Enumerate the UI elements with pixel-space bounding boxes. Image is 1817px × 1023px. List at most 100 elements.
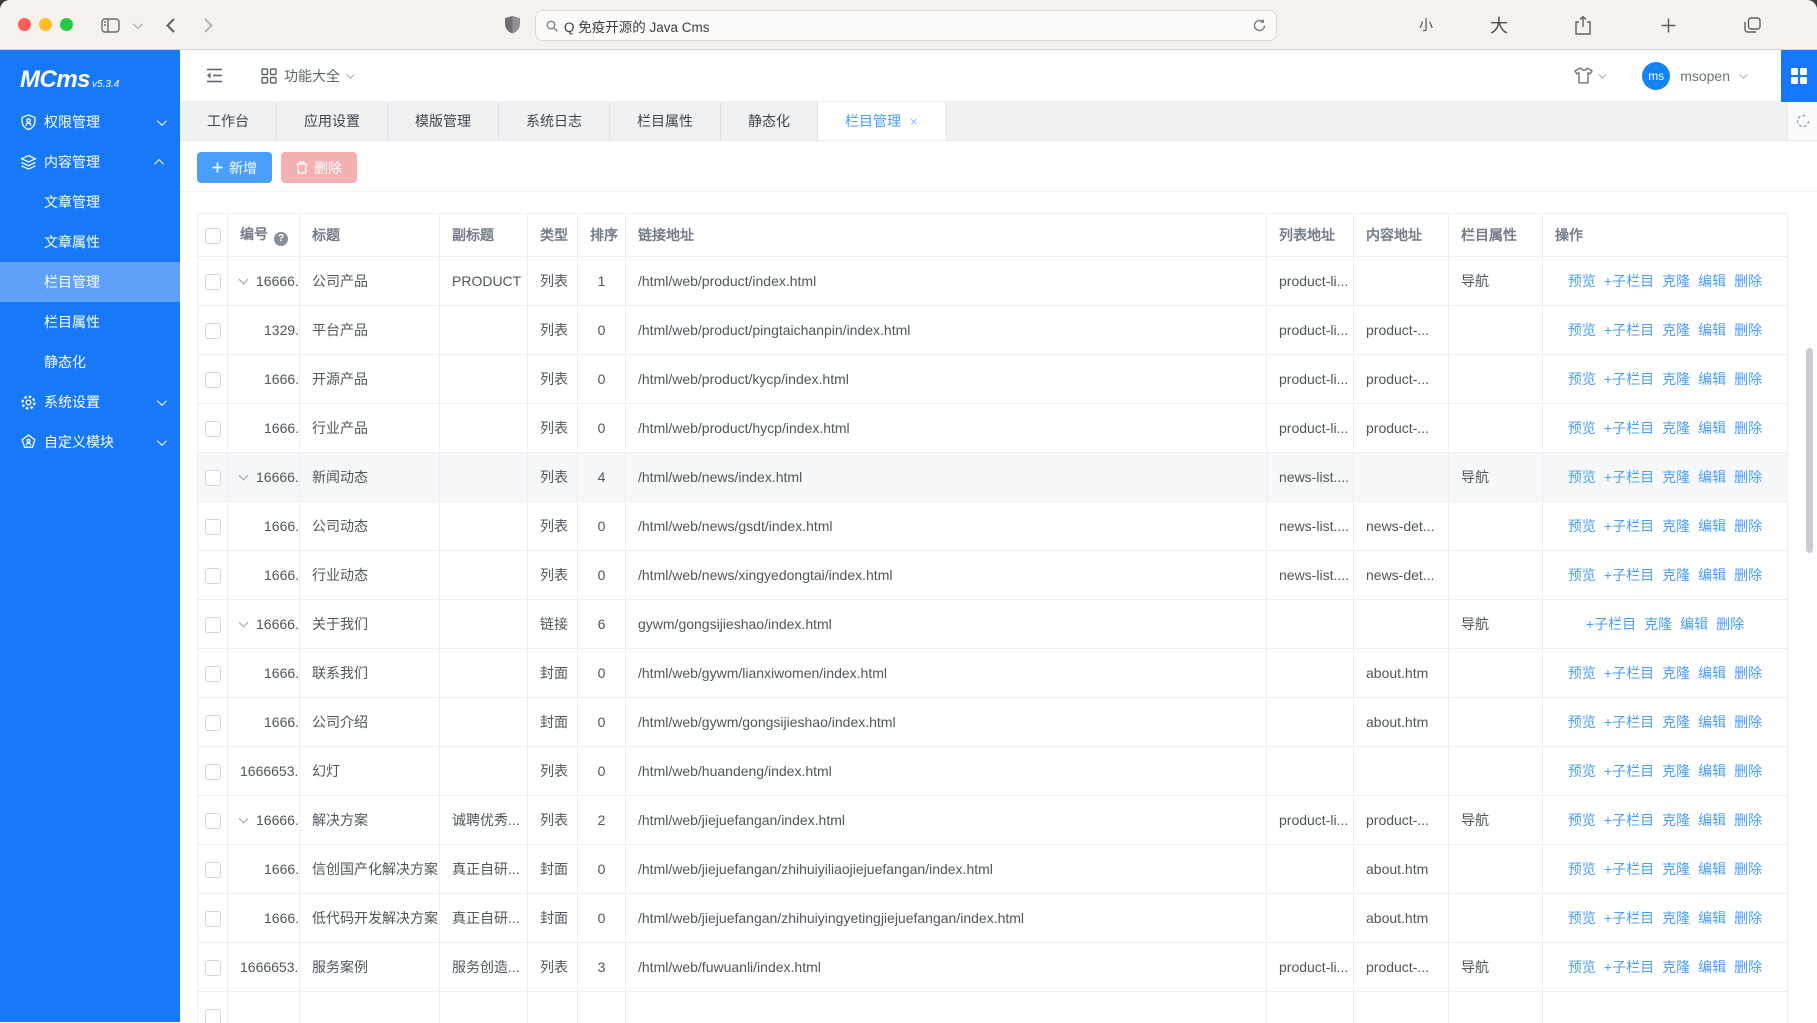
action-link-3[interactable]: 编辑 — [1698, 469, 1726, 485]
expand-chevron-icon[interactable] — [239, 275, 249, 285]
action-link-4[interactable]: 删除 — [1734, 665, 1762, 681]
theme-switcher[interactable] — [1574, 67, 1606, 84]
action-link-0[interactable]: 预览 — [1568, 763, 1596, 779]
select-all-checkbox[interactable] — [205, 228, 221, 244]
sidebar-item-3[interactable]: 文章属性 — [0, 222, 180, 262]
forward-button[interactable] — [198, 0, 218, 50]
scrollbar-thumb[interactable] — [1806, 348, 1813, 553]
chevron-down-icon[interactable] — [129, 0, 143, 50]
action-link-4[interactable]: 删除 — [1734, 910, 1762, 926]
row-checkbox[interactable] — [205, 421, 221, 437]
action-link-2[interactable]: 克隆 — [1662, 371, 1690, 387]
action-link-0[interactable]: 预览 — [1568, 910, 1596, 926]
help-icon[interactable]: ? — [274, 232, 288, 246]
action-link-2[interactable]: 克隆 — [1662, 665, 1690, 681]
action-link-1[interactable]: +子栏目 — [1604, 469, 1654, 485]
sidebar-toggle-icon[interactable] — [97, 0, 123, 50]
row-checkbox[interactable] — [205, 960, 221, 976]
action-link-3[interactable]: 编辑 — [1698, 420, 1726, 436]
row-checkbox[interactable] — [205, 568, 221, 584]
action-link-0[interactable]: 预览 — [1568, 371, 1596, 387]
action-link-1[interactable]: +子栏目 — [1604, 861, 1654, 877]
zoom-window-button[interactable] — [60, 18, 73, 31]
tab-0[interactable]: 工作台 — [180, 102, 277, 140]
action-link-4[interactable]: 删除 — [1734, 714, 1762, 730]
expand-chevron-icon[interactable] — [239, 618, 249, 628]
sidebar-item-7[interactable]: 系统设置 — [0, 382, 180, 422]
row-checkbox[interactable] — [205, 1009, 221, 1023]
action-link-0[interactable]: 预览 — [1568, 420, 1596, 436]
increase-text-button[interactable]: 大 — [1486, 0, 1512, 50]
action-link-0[interactable]: 预览 — [1568, 567, 1596, 583]
action-link-0[interactable]: 预览 — [1568, 273, 1596, 289]
action-link-0[interactable]: +子栏目 — [1586, 616, 1636, 632]
row-checkbox[interactable] — [205, 519, 221, 535]
action-link-3[interactable]: 编辑 — [1698, 861, 1726, 877]
action-link-1[interactable]: +子栏目 — [1604, 273, 1654, 289]
close-tab-icon[interactable]: × — [910, 114, 918, 129]
expand-chevron-icon[interactable] — [239, 814, 249, 824]
add-button[interactable]: 新增 — [197, 152, 272, 183]
sidebar-item-1[interactable]: 内容管理 — [0, 142, 180, 182]
action-link-2[interactable]: 编辑 — [1680, 616, 1708, 632]
tab-2[interactable]: 模版管理 — [388, 102, 499, 140]
reload-icon[interactable] — [1253, 19, 1266, 32]
sidebar-item-6[interactable]: 静态化 — [0, 342, 180, 382]
username[interactable]: msopen — [1680, 68, 1730, 84]
action-link-2[interactable]: 克隆 — [1662, 567, 1690, 583]
share-icon[interactable] — [1571, 0, 1595, 50]
action-link-0[interactable]: 预览 — [1568, 959, 1596, 975]
row-checkbox[interactable] — [205, 470, 221, 486]
action-link-0[interactable]: 预览 — [1568, 861, 1596, 877]
action-link-2[interactable]: 克隆 — [1662, 763, 1690, 779]
tab-1[interactable]: 应用设置 — [277, 102, 388, 140]
tab-4[interactable]: 栏目属性 — [610, 102, 721, 140]
action-link-3[interactable]: 编辑 — [1698, 959, 1726, 975]
action-link-4[interactable]: 删除 — [1734, 322, 1762, 338]
action-link-3[interactable]: 编辑 — [1698, 518, 1726, 534]
row-checkbox[interactable] — [205, 666, 221, 682]
row-checkbox[interactable] — [205, 617, 221, 633]
action-link-4[interactable]: 删除 — [1734, 469, 1762, 485]
action-link-2[interactable]: 克隆 — [1662, 469, 1690, 485]
action-link-2[interactable]: 克隆 — [1662, 273, 1690, 289]
new-tab-icon[interactable] — [1656, 0, 1680, 50]
action-link-0[interactable]: 预览 — [1568, 469, 1596, 485]
action-link-4[interactable]: 删除 — [1734, 567, 1762, 583]
action-link-0[interactable]: 预览 — [1568, 518, 1596, 534]
tab-overview-icon[interactable] — [1740, 0, 1764, 50]
minimize-window-button[interactable] — [39, 18, 52, 31]
collapse-sidebar-icon[interactable] — [206, 68, 223, 83]
delete-button[interactable]: 删除 — [281, 152, 357, 183]
action-link-1[interactable]: +子栏目 — [1604, 322, 1654, 338]
action-link-2[interactable]: 克隆 — [1662, 322, 1690, 338]
action-link-3[interactable]: 编辑 — [1698, 567, 1726, 583]
action-link-1[interactable]: +子栏目 — [1604, 959, 1654, 975]
action-link-1[interactable]: +子栏目 — [1604, 518, 1654, 534]
action-link-2[interactable]: 克隆 — [1662, 518, 1690, 534]
action-link-4[interactable]: 删除 — [1734, 420, 1762, 436]
action-link-1[interactable]: +子栏目 — [1604, 763, 1654, 779]
tab-5[interactable]: 静态化 — [721, 102, 818, 140]
action-link-2[interactable]: 克隆 — [1662, 910, 1690, 926]
action-link-4[interactable]: 删除 — [1734, 518, 1762, 534]
action-link-3[interactable]: 编辑 — [1698, 714, 1726, 730]
row-checkbox[interactable] — [205, 323, 221, 339]
sidebar-item-8[interactable]: 自定义模块 — [0, 422, 180, 462]
sidebar-item-4[interactable]: 栏目管理 — [0, 262, 180, 302]
action-link-1[interactable]: +子栏目 — [1604, 910, 1654, 926]
row-checkbox[interactable] — [205, 764, 221, 780]
action-link-4[interactable]: 删除 — [1734, 273, 1762, 289]
action-link-1[interactable]: 克隆 — [1644, 616, 1672, 632]
privacy-shield-icon[interactable] — [500, 0, 524, 50]
row-checkbox[interactable] — [205, 813, 221, 829]
row-checkbox[interactable] — [205, 715, 221, 731]
action-link-3[interactable]: 编辑 — [1698, 812, 1726, 828]
action-link-0[interactable]: 预览 — [1568, 322, 1596, 338]
tab-6[interactable]: 栏目管理× — [818, 102, 946, 140]
decrease-text-button[interactable]: 小 — [1414, 0, 1438, 50]
action-link-4[interactable]: 删除 — [1734, 371, 1762, 387]
tab-3[interactable]: 系统日志 — [499, 102, 610, 140]
action-link-2[interactable]: 克隆 — [1662, 959, 1690, 975]
action-link-1[interactable]: +子栏目 — [1604, 420, 1654, 436]
